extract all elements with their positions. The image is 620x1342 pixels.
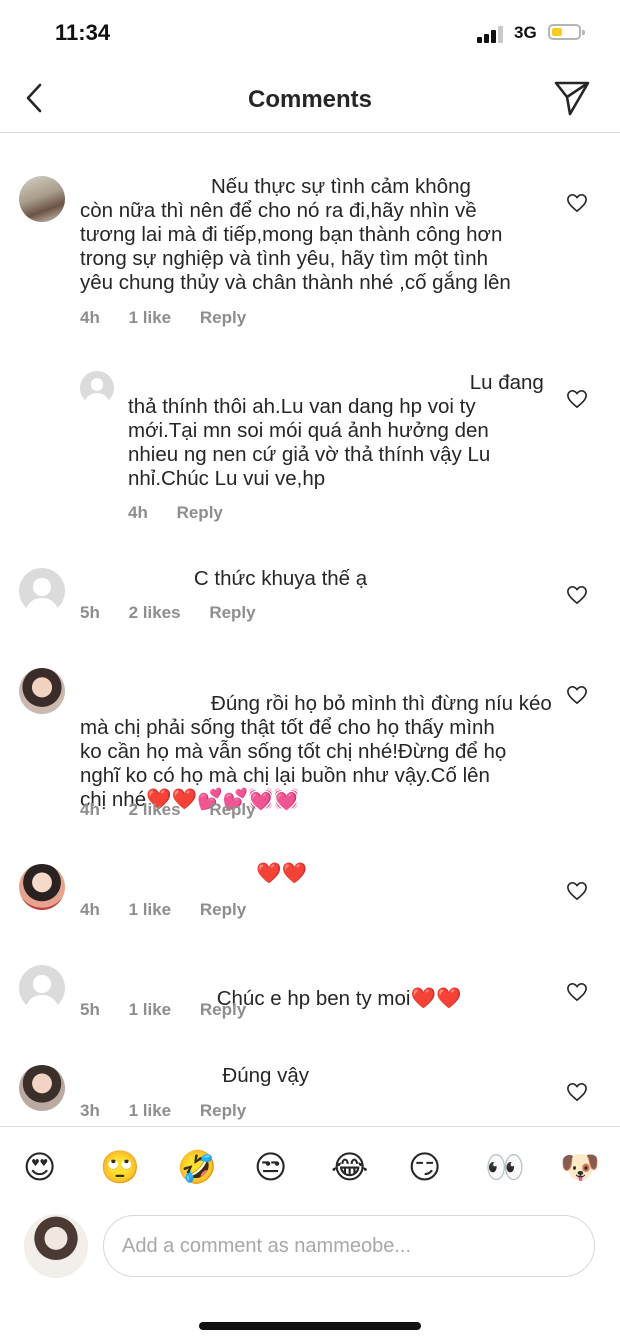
- comment-likes[interactable]: 1 like: [129, 308, 172, 328]
- comment-input[interactable]: [103, 1215, 595, 1277]
- comment-emoji: ❤️❤️: [410, 987, 462, 1010]
- network-type: 3G: [514, 23, 537, 42]
- paper-plane-icon: [554, 81, 590, 116]
- emoji-rofl-button[interactable]: 🤣: [177, 1147, 217, 1187]
- heart-icon[interactable]: [566, 585, 588, 605]
- reply-button[interactable]: Reply: [200, 1101, 246, 1121]
- avatar[interactable]: [19, 176, 65, 222]
- avatar[interactable]: [19, 568, 65, 614]
- comment-text: Lu đang thả thính thôi ah.Lu van dang hp…: [128, 371, 544, 490]
- comment-time: 4h: [128, 503, 148, 522]
- heart-icon[interactable]: [566, 685, 588, 705]
- share-button[interactable]: [552, 78, 592, 118]
- status-bar: 11:34 3G: [0, 0, 620, 66]
- heart-icon[interactable]: [566, 389, 588, 409]
- status-time: 11:34: [55, 20, 111, 45]
- comment-time: 3h: [80, 1101, 100, 1120]
- comment-text: Đúng vậy: [80, 1064, 309, 1087]
- comment-time: 4h: [80, 800, 100, 819]
- comment-time: 4h: [80, 308, 100, 327]
- comment-emoji: ❤️❤️: [256, 862, 308, 885]
- reply-button[interactable]: Reply: [177, 503, 223, 523]
- emoji-bar: 😍 🙄 🤣 😒 😂 😏 👀 🐶: [0, 1126, 620, 1211]
- avatar[interactable]: [19, 965, 65, 1011]
- comment-time: 5h: [80, 603, 100, 622]
- reply-button[interactable]: Reply: [200, 308, 246, 328]
- emoji-heart-eyes-button[interactable]: 😍: [23, 1147, 56, 1187]
- emoji-unamused-button[interactable]: 😒: [254, 1147, 287, 1187]
- comment-time: 4h: [80, 900, 100, 919]
- home-indicator[interactable]: [199, 1322, 421, 1330]
- comment-likes[interactable]: 2 likes: [129, 800, 181, 820]
- heart-icon[interactable]: [566, 1082, 588, 1102]
- reply-button[interactable]: Reply: [200, 1000, 246, 1020]
- comment-composer: [0, 1210, 620, 1290]
- heart-icon[interactable]: [566, 881, 588, 901]
- emoji-eye-roll-button[interactable]: 🙄: [100, 1147, 140, 1187]
- reply-button[interactable]: Reply: [209, 603, 255, 623]
- signal-icon: [477, 25, 505, 43]
- reply-button[interactable]: Reply: [200, 900, 246, 920]
- avatar[interactable]: [19, 864, 65, 910]
- avatar[interactable]: [80, 371, 114, 405]
- heart-icon[interactable]: [566, 982, 588, 1002]
- comment-time: 5h: [80, 1000, 100, 1019]
- avatar[interactable]: [19, 668, 65, 714]
- avatar[interactable]: [19, 1065, 65, 1111]
- emoji-dog-button[interactable]: 🐶: [560, 1147, 600, 1187]
- comment-text: C thức khuya thế ạ: [80, 567, 368, 590]
- emoji-tears-of-joy-button[interactable]: 😂: [331, 1147, 368, 1187]
- comment-likes[interactable]: 1 like: [129, 1000, 172, 1020]
- comment-likes[interactable]: 2 likes: [129, 603, 181, 623]
- header: Comments: [0, 66, 620, 133]
- page-title: Comments: [247, 86, 373, 113]
- reply-button[interactable]: Reply: [209, 800, 255, 820]
- heart-icon[interactable]: [566, 193, 588, 213]
- current-user-avatar: [24, 1214, 88, 1278]
- emoji-smirk-button[interactable]: 😏: [408, 1147, 441, 1187]
- emoji-eyes-button[interactable]: 👀: [485, 1147, 525, 1187]
- comment-likes[interactable]: 1 like: [129, 900, 172, 920]
- comment-text: Nếu thực sự tình cảm không còn nữa thì n…: [80, 175, 511, 294]
- battery-icon: [548, 24, 585, 40]
- comment-likes[interactable]: 1 like: [129, 1101, 172, 1121]
